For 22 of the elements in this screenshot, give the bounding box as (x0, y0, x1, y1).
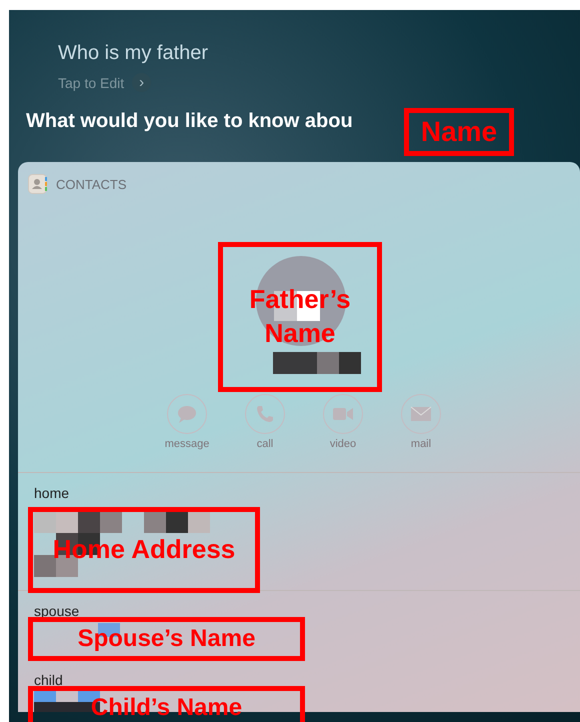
action-label: video (330, 438, 356, 450)
message-button[interactable] (167, 394, 207, 434)
video-button[interactable] (323, 394, 363, 434)
annotation-box: Name (404, 108, 514, 156)
action-label: message (164, 438, 210, 450)
tap-to-edit-link[interactable]: Tap to Edit (58, 74, 124, 90)
chevron-button[interactable]: › (132, 73, 152, 92)
annotation-box: Spouse’s Name (28, 617, 305, 661)
mail-button[interactable] (401, 394, 441, 434)
field-label: child (34, 672, 63, 688)
phone-icon (254, 403, 276, 425)
annotation-box: Father’s Name (218, 242, 382, 392)
app-name: CONTACTS (56, 176, 127, 192)
call-button[interactable] (245, 394, 285, 434)
action-label: mail (410, 438, 432, 450)
action-label: call (256, 438, 274, 450)
field-label: home (34, 485, 70, 501)
field-label: spouse (34, 603, 80, 619)
siri-query: Who is my father (58, 42, 210, 65)
contacts-app-icon (28, 174, 48, 194)
speech-bubble-icon (176, 403, 198, 425)
siri-response: What would you like to know abou (26, 110, 353, 133)
